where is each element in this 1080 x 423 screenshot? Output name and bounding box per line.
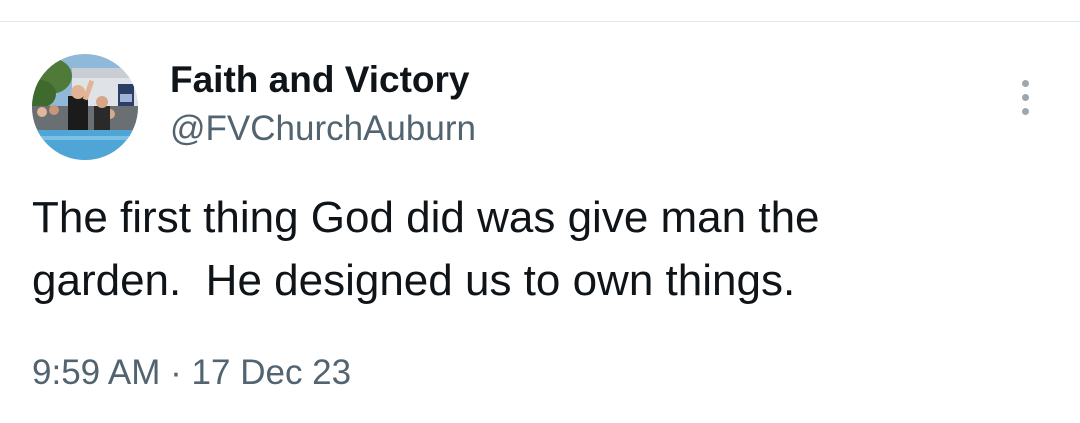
more-dot-icon xyxy=(1021,107,1029,115)
tweet-card[interactable]: Faith and Victory @FVChurchAuburn The fi… xyxy=(0,22,1080,423)
tweet-timestamp[interactable]: 9:59 AM · 17 Dec 23 xyxy=(32,352,351,394)
author-handle[interactable]: @FVChurchAuburn xyxy=(170,108,476,150)
meta-separator: · xyxy=(170,353,182,392)
more-dot-icon xyxy=(1021,79,1029,87)
more-dot-icon xyxy=(1021,93,1029,101)
tweet-time[interactable]: 9:59 AM xyxy=(32,353,160,392)
avatar-photo-icon xyxy=(32,54,138,160)
avatar[interactable] xyxy=(32,54,138,160)
tweet-date[interactable]: 17 Dec 23 xyxy=(192,353,352,392)
tweet-text: The first thing God did was give man the… xyxy=(32,193,820,305)
author-display-name[interactable]: Faith and Victory xyxy=(170,58,470,102)
more-options-button[interactable] xyxy=(1007,77,1043,117)
